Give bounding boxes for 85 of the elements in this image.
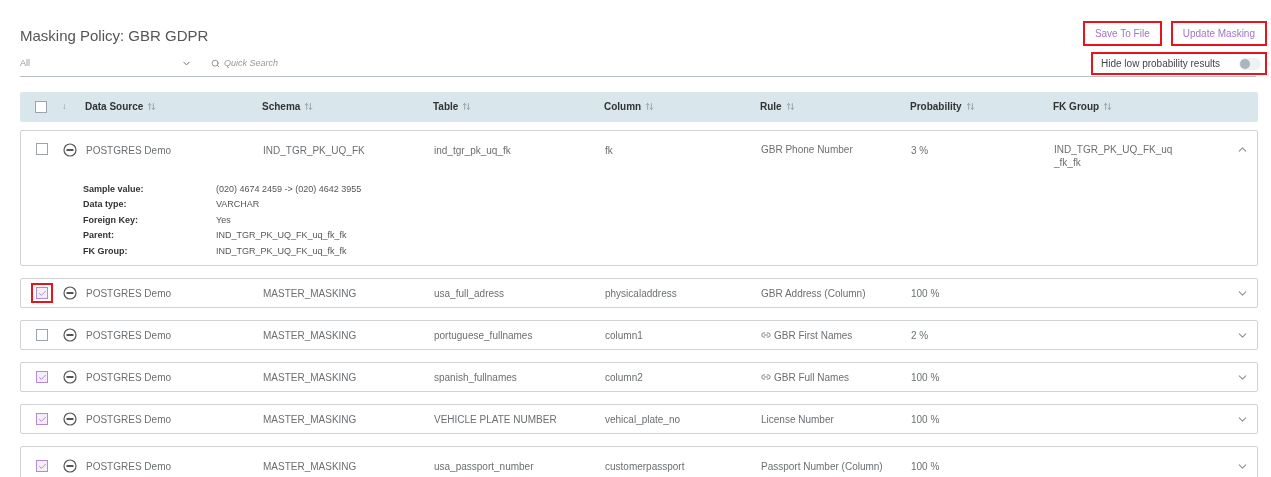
detail-label: Foreign Key: bbox=[83, 213, 139, 227]
column-header[interactable]: Probability bbox=[910, 99, 962, 114]
column-header[interactable]: Data Source bbox=[85, 99, 144, 114]
table-row[interactable]: POSTGRES Demo MASTER_MASKING spanish_fullnames column2 GBR Full Names 100 % bbox=[20, 362, 1258, 392]
table-cell: GBR First Names bbox=[774, 328, 853, 342]
detail-value: (020) 4674 2459 -> (020) 4642 3955 bbox=[216, 182, 363, 196]
checkbox[interactable] bbox=[36, 371, 48, 383]
table-cell-text: POSTGRES Demo bbox=[86, 286, 173, 301]
table-row[interactable]: POSTGRES Demo MASTER_MASKING usa_passport_number customerpassport Passport Number (Column) 100 % bbox=[20, 446, 1258, 477]
table-cell-text: MASTER_MASKING bbox=[263, 328, 358, 343]
table-cell: GBR Full Names bbox=[774, 370, 849, 384]
table-cell-text: vehical_plate_no bbox=[605, 412, 682, 427]
toggle-switch[interactable] bbox=[1239, 57, 1261, 70]
check-icon bbox=[37, 461, 47, 471]
check-icon bbox=[37, 414, 47, 424]
action-button[interactable]: Save To File bbox=[1082, 21, 1162, 46]
check-icon bbox=[37, 288, 47, 298]
table-cell: License Number bbox=[761, 412, 834, 426]
table-cell-text: 100 % bbox=[911, 412, 941, 427]
table-row[interactable]: POSTGRES Demo MASTER_MASKING VEHICLE PLATE NUMBER vehical_plate_no License Number 100 % bbox=[20, 404, 1258, 434]
checkbox[interactable] bbox=[36, 287, 48, 299]
toggle-label: Hide low probability results bbox=[1101, 57, 1220, 71]
table-cell-text: MASTER_MASKING bbox=[263, 412, 358, 427]
table-cell: Passport Number (Column) bbox=[761, 459, 883, 473]
sort-icon[interactable] bbox=[1103, 102, 1113, 111]
table-cell-text: column2 bbox=[605, 370, 644, 385]
checkbox[interactable] bbox=[36, 460, 48, 472]
column-header[interactable]: Column bbox=[604, 99, 642, 114]
table-cell-text: 3 % bbox=[911, 143, 930, 158]
sort-icon[interactable] bbox=[304, 102, 314, 111]
table-cell: GBR Address (Column) bbox=[761, 286, 866, 300]
detail-label: Sample value: bbox=[83, 182, 145, 196]
sort-icon[interactable] bbox=[965, 102, 975, 111]
table-cell-text: IND_TGR_PK_UQ_FK bbox=[263, 143, 366, 158]
search-icon bbox=[211, 59, 220, 69]
sort-icon[interactable] bbox=[147, 102, 157, 111]
detail-label: FK Group: bbox=[83, 244, 129, 258]
detail-value: IND_TGR_PK_UQ_FK_uq_fk_fk bbox=[216, 229, 348, 242]
table-cell-text: column1 bbox=[605, 328, 644, 343]
table-row[interactable]: POSTGRES Demo MASTER_MASKING usa_full_adress physicaladdress GBR Address (Column) 100 % bbox=[20, 278, 1258, 308]
sort-icon[interactable] bbox=[462, 102, 472, 111]
check-icon bbox=[37, 372, 47, 382]
sort-icon[interactable] bbox=[645, 102, 655, 111]
table-cell-text: 100 % bbox=[911, 459, 941, 474]
detail-value: IND_TGR_PK_UQ_FK_uq_fk_fk bbox=[216, 244, 348, 258]
table-cell-text: 2 % bbox=[911, 328, 930, 343]
table-cell-text: 100 % bbox=[911, 286, 941, 301]
table-cell-text: POSTGRES Demo bbox=[86, 328, 173, 343]
table-cell-text: IND_TGR_PK_UQ_FK_uq _fk_fk bbox=[1054, 142, 1174, 169]
table-cell-text: VEHICLE PLATE NUMBER bbox=[434, 412, 558, 427]
checkbox[interactable] bbox=[36, 413, 48, 425]
page-title: Masking Policy: GBR GDPR bbox=[20, 26, 209, 46]
column-header[interactable]: FK Group bbox=[1053, 99, 1100, 114]
table-cell-text: POSTGRES Demo bbox=[86, 459, 173, 474]
checkbox[interactable] bbox=[36, 329, 48, 341]
table-cell-text: MASTER_MASKING bbox=[263, 459, 358, 474]
table-cell-text: ind_tgr_pk_uq_fk bbox=[434, 143, 512, 158]
table-cell-text: POSTGRES Demo bbox=[86, 370, 173, 385]
table-cell-text: fk bbox=[605, 143, 614, 158]
checkbox[interactable] bbox=[35, 100, 47, 113]
table-cell-text: MASTER_MASKING bbox=[263, 286, 358, 301]
table-cell-text: physicaladdress bbox=[605, 286, 678, 301]
table-cell-text: POSTGRES Demo bbox=[86, 143, 173, 158]
detail-label: Parent: bbox=[83, 229, 115, 242]
checkbox[interactable] bbox=[36, 142, 48, 155]
detail-value: VARCHAR bbox=[216, 198, 261, 211]
table-cell-text: usa_passport_number bbox=[434, 459, 535, 474]
column-header[interactable]: Schema bbox=[262, 99, 301, 114]
action-button[interactable]: Update Masking bbox=[1170, 21, 1267, 46]
column-header[interactable]: Table bbox=[433, 99, 459, 114]
table-cell-text: spanish_fullnames bbox=[434, 370, 518, 385]
table-cell-text: MASTER_MASKING bbox=[263, 370, 358, 385]
detail-label: Data type: bbox=[83, 198, 128, 211]
table-row[interactable]: POSTGRES Demo MASTER_MASKING portuguese_fullnames column1 GBR First Names 2 % bbox=[20, 320, 1258, 350]
table-cell-text: usa_full_adress bbox=[434, 286, 506, 301]
filter-dropdown[interactable]: All bbox=[20, 57, 192, 71]
detail-value: Yes bbox=[216, 213, 232, 227]
table-cell-text: POSTGRES Demo bbox=[86, 412, 173, 427]
table-row[interactable] bbox=[20, 129, 1258, 266]
table-cell-text: portuguese_fullnames bbox=[434, 328, 534, 343]
column-header[interactable]: Rule bbox=[760, 99, 782, 114]
sort-icon[interactable] bbox=[785, 102, 795, 111]
table-cell-text: 100 % bbox=[911, 370, 941, 385]
table-cell-text: customerpassport bbox=[605, 459, 686, 474]
table-cell: GBR Phone Number bbox=[761, 142, 853, 156]
